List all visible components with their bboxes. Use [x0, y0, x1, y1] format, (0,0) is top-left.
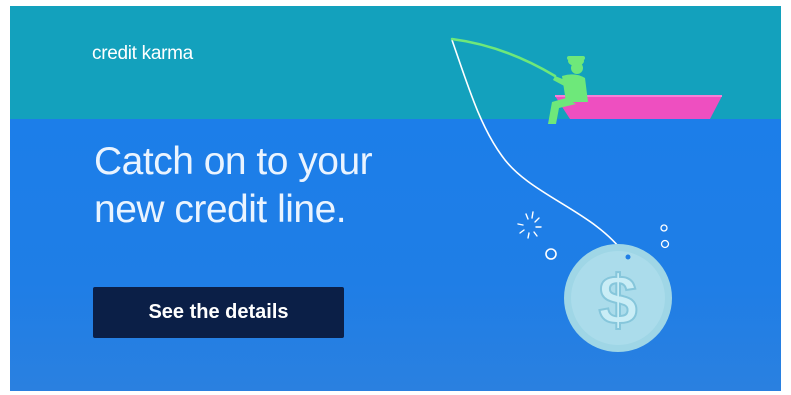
bubble — [660, 224, 668, 232]
see-details-button[interactable]: See the details — [93, 287, 344, 338]
bubble — [660, 239, 670, 249]
headline-line-1: Catch on to your — [94, 140, 373, 183]
credit-karma-logo: credit karma — [92, 43, 193, 64]
coin-dollar-sign: $ — [599, 261, 638, 339]
headline-line-2: new credit line. — [94, 188, 347, 231]
sparkle-burst — [517, 211, 542, 239]
headline: Catch on to your new credit line. — [94, 138, 373, 234]
dollar-coin: $ — [564, 244, 672, 352]
bubble — [545, 248, 557, 260]
ad-banner[interactable]: $ credit karma Catch on to your new cred… — [10, 6, 781, 391]
fishing-rod — [450, 37, 557, 78]
fishing-line — [451, 39, 627, 257]
